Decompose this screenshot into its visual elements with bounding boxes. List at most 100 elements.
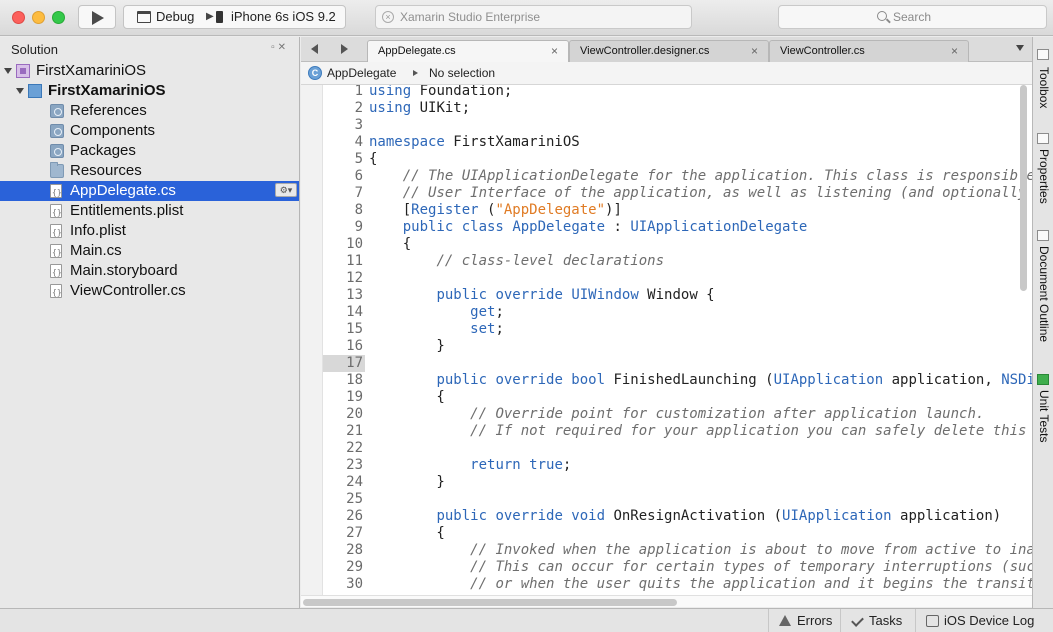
code-text[interactable]: } bbox=[369, 338, 444, 355]
tab-viewcontroller-designer[interactable]: ViewController.designer.cs × bbox=[569, 40, 769, 62]
device-log-pad-button[interactable]: iOS Device Log bbox=[915, 609, 1053, 632]
tree-item[interactable]: Resources bbox=[0, 161, 299, 181]
code-text[interactable]: return true; bbox=[369, 457, 571, 474]
code-text[interactable]: // User Interface of the application, as… bbox=[369, 185, 1032, 202]
code-line[interactable]: 14 get; bbox=[301, 304, 1032, 321]
code-line[interactable]: 12 bbox=[301, 270, 1032, 287]
code-text[interactable]: // Invoked when the application is about… bbox=[369, 542, 1032, 559]
code-line[interactable]: 10 { bbox=[301, 236, 1032, 253]
horizontal-scrollbar[interactable] bbox=[303, 599, 677, 606]
code-text[interactable]: // Override point for customization afte… bbox=[369, 406, 984, 423]
code-line[interactable]: 11 // class-level declarations bbox=[301, 253, 1032, 270]
code-line[interactable]: 2 using UIKit; bbox=[301, 100, 1032, 117]
back-arrow-icon[interactable] bbox=[311, 44, 318, 54]
code-line[interactable]: 30 // or when the user quits the applica… bbox=[301, 576, 1032, 593]
disclosure-expanded-icon[interactable] bbox=[16, 88, 24, 94]
code-line[interactable]: 27 { bbox=[301, 525, 1032, 542]
code-text[interactable]: using Foundation; bbox=[369, 85, 512, 100]
code-text[interactable]: [Register ("AppDelegate")] bbox=[369, 202, 622, 219]
code-line[interactable]: 5{ bbox=[301, 151, 1032, 168]
close-icon[interactable]: × bbox=[751, 41, 758, 61]
code-line[interactable]: 9 public class AppDelegate : UIApplicati… bbox=[301, 219, 1032, 236]
close-window-button[interactable] bbox=[12, 11, 25, 24]
tab-appdelegate[interactable]: AppDelegate.cs × bbox=[367, 40, 569, 63]
minimize-window-button[interactable] bbox=[32, 11, 45, 24]
dock-toolbox[interactable]: Toolbox bbox=[1033, 49, 1053, 119]
tree-item[interactable]: {} Entitlements.plist bbox=[0, 201, 299, 221]
code-text[interactable]: using UIKit; bbox=[369, 100, 470, 117]
run-button[interactable] bbox=[78, 5, 116, 29]
code-text[interactable]: // The UIApplicationDelegate for the app… bbox=[369, 168, 1032, 185]
target-device[interactable]: iPhone 6s iOS 9.2 bbox=[231, 6, 336, 28]
code-text[interactable]: } bbox=[369, 474, 444, 491]
maximize-window-button[interactable] bbox=[52, 11, 65, 24]
breadcrumb-member[interactable]: No selection bbox=[429, 62, 495, 84]
run-configuration-selector[interactable]: Debug ▶ iPhone 6s iOS 9.2 bbox=[123, 5, 346, 29]
tab-viewcontroller[interactable]: ViewController.cs × bbox=[769, 40, 969, 62]
code-text[interactable]: // or when the user quits the applicatio… bbox=[369, 576, 1032, 593]
code-line[interactable]: 26 public override void OnResignActivati… bbox=[301, 508, 1032, 525]
code-line[interactable]: 24 } bbox=[301, 474, 1032, 491]
code-line[interactable]: 23 return true; bbox=[301, 457, 1032, 474]
code-text[interactable]: { bbox=[369, 525, 444, 542]
code-line[interactable]: 29 // This can occur for certain types o… bbox=[301, 559, 1032, 576]
tab-list-dropdown-icon[interactable] bbox=[1016, 45, 1024, 51]
dock-properties[interactable]: Properties bbox=[1033, 133, 1053, 213]
forward-arrow-icon[interactable] bbox=[341, 44, 348, 54]
tree-item[interactable]: FirstXamariniOS bbox=[0, 61, 299, 81]
code-line[interactable]: 22 bbox=[301, 440, 1032, 457]
code-text[interactable]: { bbox=[369, 236, 411, 253]
tree-item[interactable]: {} Main.cs bbox=[0, 241, 299, 261]
close-icon[interactable]: × bbox=[551, 41, 558, 61]
code-line[interactable]: 21 // If not required for your applicati… bbox=[301, 423, 1032, 440]
tree-item[interactable]: {} ViewController.cs bbox=[0, 281, 299, 301]
dock-unit-tests[interactable]: Unit Tests bbox=[1033, 374, 1053, 454]
code-line[interactable]: 20 // Override point for customization a… bbox=[301, 406, 1032, 423]
code-line[interactable]: 13 public override UIWindow Window { bbox=[301, 287, 1032, 304]
code-text[interactable]: { bbox=[369, 151, 377, 168]
code-line[interactable]: 7 // User Interface of the application, … bbox=[301, 185, 1032, 202]
close-icon[interactable]: × bbox=[951, 41, 958, 61]
tree-item[interactable]: {} Info.plist bbox=[0, 221, 299, 241]
code-line[interactable]: 15 set; bbox=[301, 321, 1032, 338]
code-line[interactable]: 6 // The UIApplicationDelegate for the a… bbox=[301, 168, 1032, 185]
dock-document-outline[interactable]: Document Outline bbox=[1033, 230, 1053, 360]
tree-item[interactable]: Packages bbox=[0, 141, 299, 161]
code-text[interactable]: set; bbox=[369, 321, 504, 338]
code-text[interactable]: { bbox=[369, 389, 444, 406]
code-text[interactable]: get; bbox=[369, 304, 504, 321]
errors-pad-button[interactable]: Errors bbox=[768, 609, 840, 632]
code-line[interactable]: 4 namespace FirstXamariniOS bbox=[301, 134, 1032, 151]
code-text[interactable]: public override void OnResignActivation … bbox=[369, 508, 1001, 525]
disclosure-expanded-icon[interactable] bbox=[4, 68, 12, 74]
code-line[interactable]: 19 { bbox=[301, 389, 1032, 406]
code-text[interactable]: // This can occur for certain types of t… bbox=[369, 559, 1032, 576]
code-text[interactable]: namespace FirstXamariniOS bbox=[369, 134, 580, 151]
item-options-gear-icon[interactable]: ⚙▾ bbox=[275, 183, 297, 197]
code-line[interactable]: 16 } bbox=[301, 338, 1032, 355]
code-text[interactable]: // If not required for your application … bbox=[369, 423, 1032, 440]
search-input[interactable]: Search bbox=[778, 5, 1047, 29]
code-text[interactable]: public override bool FinishedLaunching (… bbox=[369, 372, 1032, 389]
build-configuration[interactable]: Debug bbox=[156, 6, 194, 28]
code-line[interactable]: 3 bbox=[301, 117, 1032, 134]
pad-controls[interactable]: ▫✕ bbox=[271, 42, 289, 53]
code-text[interactable]: public class AppDelegate : UIApplication… bbox=[369, 219, 808, 236]
code-line[interactable]: 28 // Invoked when the application is ab… bbox=[301, 542, 1032, 559]
code-line[interactable]: 17 bbox=[301, 355, 1032, 372]
tree-item[interactable]: Components bbox=[0, 121, 299, 141]
vertical-scrollbar[interactable] bbox=[1020, 85, 1027, 291]
breadcrumb-class[interactable]: AppDelegate bbox=[327, 62, 396, 84]
code-editor[interactable]: 1 using Foundation; 2 using UIKit; 3 4 namespa… bbox=[301, 85, 1032, 595]
tree-item[interactable]: References bbox=[0, 101, 299, 121]
code-line[interactable]: 1 using Foundation; bbox=[301, 85, 1032, 100]
tree-item[interactable]: {} AppDelegate.cs ⚙▾ bbox=[0, 181, 299, 201]
tasks-pad-button[interactable]: Tasks bbox=[840, 609, 915, 632]
code-text[interactable]: // class-level declarations bbox=[369, 253, 664, 270]
tree-item[interactable]: {} Main.storyboard bbox=[0, 261, 299, 281]
code-line[interactable]: 18 public override bool FinishedLaunchin… bbox=[301, 372, 1032, 389]
code-line[interactable]: 8 [Register ("AppDelegate")] bbox=[301, 202, 1032, 219]
code-text[interactable]: public override UIWindow Window { bbox=[369, 287, 714, 304]
code-line[interactable]: 25 bbox=[301, 491, 1032, 508]
tree-item[interactable]: FirstXamariniOS bbox=[0, 81, 299, 101]
